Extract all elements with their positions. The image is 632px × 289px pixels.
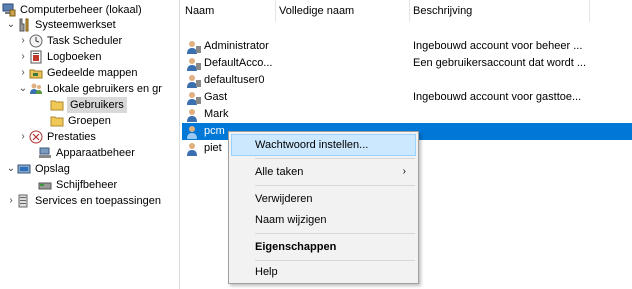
user-icon	[186, 40, 202, 54]
tree-item-prestaties[interactable]: › Prestaties	[17, 129, 96, 145]
table-row[interactable]: Mark	[182, 106, 632, 123]
menu-item-delete[interactable]: Verwijderen	[231, 188, 416, 210]
chevron-down-icon[interactable]: ⌄	[17, 81, 29, 97]
folder-icon	[50, 98, 64, 112]
clock-icon	[29, 34, 43, 48]
chevron-right-icon[interactable]: ›	[17, 65, 29, 81]
event-log-icon	[29, 50, 43, 64]
tree-item-apparaatbeheer[interactable]: Apparaatbeheer	[38, 145, 135, 161]
list-header: Naam Volledige naam Beschrijving	[182, 0, 632, 22]
chevron-down-icon[interactable]: ⌄	[5, 161, 17, 177]
device-manager-icon	[38, 146, 52, 160]
disk-icon	[38, 178, 52, 192]
user-icon	[186, 91, 202, 105]
chevron-right-icon[interactable]: ›	[5, 193, 17, 209]
tree-item-logboeken[interactable]: › Logboeken	[17, 49, 101, 65]
table-row[interactable]: DefaultAcco... Een gebruikersaccount dat…	[182, 55, 632, 72]
tree-item-gedeelde-mappen[interactable]: › Gedeelde mappen	[17, 65, 137, 81]
table-row[interactable]: defaultuser0	[182, 72, 632, 89]
tree-item-systeemwerkset[interactable]: ⌄ Systeemwerkset	[5, 17, 116, 33]
tree-item-lokale-gebruikers[interactable]: ⌄ Lokale gebruikers en gr	[17, 81, 162, 97]
menu-separator	[255, 185, 415, 186]
storage-icon	[17, 162, 31, 176]
chevron-right-icon: ›	[402, 166, 406, 177]
menu-item-all-tasks[interactable]: Alle taken ›	[231, 161, 416, 183]
chevron-right-icon[interactable]: ›	[17, 33, 29, 49]
user-icon	[186, 57, 202, 71]
column-header-naam[interactable]: Naam	[182, 0, 276, 22]
user-icon	[186, 108, 202, 122]
menu-item-rename[interactable]: Naam wijzigen	[231, 209, 416, 231]
computer-management-icon	[2, 3, 16, 17]
user-icon	[186, 74, 202, 88]
user-icon	[186, 142, 202, 156]
table-row[interactable]: Gast Ingebouwd account voor gasttoe...	[182, 89, 632, 106]
menu-item-help[interactable]: Help	[231, 261, 416, 283]
user-icon	[186, 125, 202, 139]
services-icon	[17, 194, 31, 208]
tools-icon	[17, 18, 31, 32]
column-header-volledige-naam[interactable]: Volledige naam	[276, 0, 410, 22]
performance-icon	[29, 130, 43, 144]
menu-item-set-password[interactable]: Wachtwoord instellen...	[231, 134, 416, 156]
tree-item-groepen[interactable]: Groepen	[50, 113, 111, 129]
tree-item-services[interactable]: › Services en toepassingen	[5, 193, 161, 209]
menu-separator	[255, 233, 415, 234]
tree-item-task-scheduler[interactable]: › Task Scheduler	[17, 33, 122, 49]
pane-divider[interactable]	[179, 0, 180, 289]
tree-item-gebruikers[interactable]: Gebruikers	[50, 97, 127, 113]
chevron-down-icon[interactable]: ⌄	[5, 17, 17, 33]
column-header-beschrijving[interactable]: Beschrijving	[410, 0, 590, 22]
context-menu: Wachtwoord instellen... Alle taken › Ver…	[228, 131, 419, 284]
table-row[interactable]: Administrator Ingebouwd account voor beh…	[182, 38, 632, 55]
menu-item-properties[interactable]: Eigenschappen	[231, 236, 416, 258]
folder-icon	[50, 114, 64, 128]
chevron-right-icon[interactable]: ›	[17, 129, 29, 145]
navigation-tree: Computerbeheer (lokaal) ⌄ Systeemwerkset…	[0, 0, 179, 289]
tree-item-schijfbeheer[interactable]: Schijfbeheer	[38, 177, 117, 193]
tree-item-opslag[interactable]: ⌄ Opslag	[5, 161, 70, 177]
users-icon	[29, 82, 43, 96]
chevron-right-icon[interactable]: ›	[17, 49, 29, 65]
tree-item-computerbeheer[interactable]: Computerbeheer (lokaal)	[2, 2, 142, 18]
shared-folder-icon	[29, 66, 43, 80]
menu-separator	[255, 158, 415, 159]
